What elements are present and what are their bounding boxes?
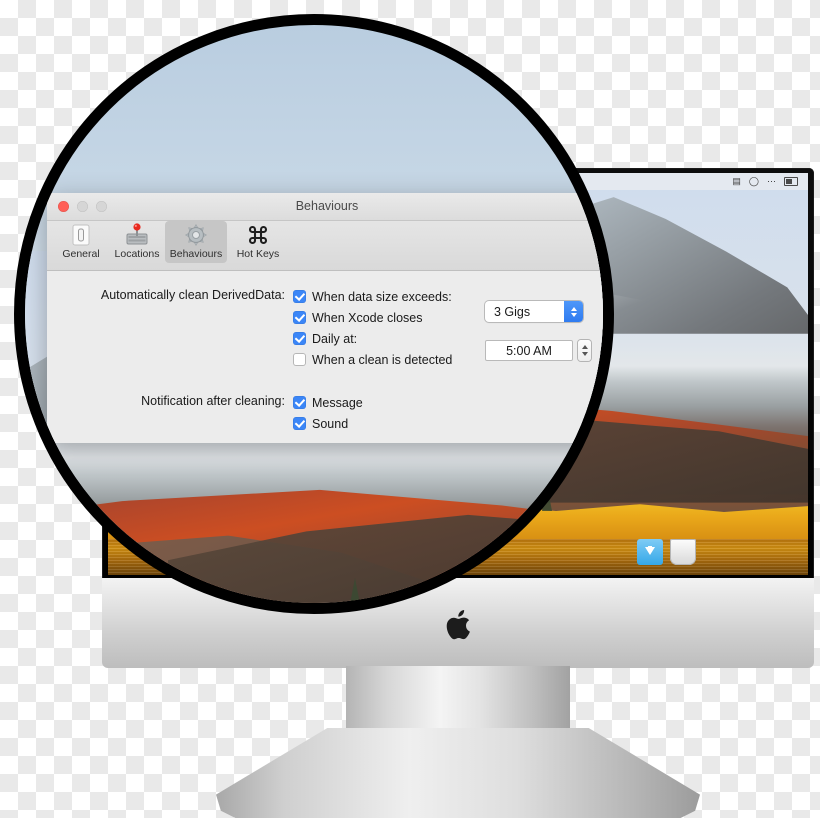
chevron-up-icon: [581, 345, 588, 349]
checkbox-label-clean-detected: When a clean is detected: [312, 352, 453, 367]
chevron-down-icon: [581, 352, 588, 356]
checkbox-label-sound: Sound: [312, 416, 349, 431]
toolbar-label-general: General: [62, 248, 100, 260]
clock-icon[interactable]: ◯: [749, 177, 759, 186]
gear-icon: [184, 223, 208, 247]
behaviours-preferences-window[interactable]: Behaviours General Locations Behaviours …: [47, 193, 603, 443]
downloads-folder-icon[interactable]: [637, 539, 663, 565]
toolbar-item-hot-keys[interactable]: Hot Keys: [227, 221, 289, 263]
daily-time-value: 5:00 AM: [506, 343, 552, 358]
checkbox-message[interactable]: [293, 396, 306, 409]
dock[interactable]: [637, 539, 696, 565]
checkbox-label-size-exceeds: When data size exceeds:: [312, 289, 452, 304]
ellipsis-icon[interactable]: ⋯: [767, 177, 776, 186]
data-size-value: 3 Gigs: [494, 304, 531, 319]
notification-options: Message Sound: [293, 393, 603, 435]
window-title-bar[interactable]: Behaviours: [47, 193, 603, 221]
auto-clean-label: Automatically clean DerivedData:: [100, 288, 285, 302]
daily-time-field[interactable]: 5:00 AM: [485, 340, 573, 361]
wallpaper-conifer: [350, 577, 361, 603]
trash-icon[interactable]: [670, 539, 696, 565]
data-size-popup-button[interactable]: 3 Gigs: [485, 301, 583, 322]
imac-stand-foot: [216, 728, 700, 818]
checkbox-label-xcode-closes: When Xcode closes: [312, 310, 423, 325]
window-title: Behaviours: [295, 199, 359, 213]
notification-label: Notification after cleaning:: [141, 394, 285, 408]
battery-icon[interactable]: [784, 177, 798, 186]
apple-logo: [446, 610, 470, 640]
data-size-stepper-icon[interactable]: [564, 301, 583, 322]
toolbar-label-locations: Locations: [114, 248, 160, 260]
command-key-icon: [246, 223, 270, 247]
checkbox-label-message: Message: [312, 395, 363, 410]
checkbox-label-daily-at: Daily at:: [312, 331, 358, 346]
preferences-toolbar[interactable]: General Locations Behaviours Hot Keys: [47, 221, 603, 271]
checkbox-size-exceeds[interactable]: [293, 290, 306, 303]
finder-status-icon[interactable]: ▤: [732, 177, 741, 186]
notification-section: Notification after cleaning: Message Sou…: [47, 393, 603, 435]
toolbar-item-general[interactable]: General: [53, 221, 109, 263]
hard-drive-pin-icon: [125, 223, 149, 247]
toggle-switch-icon: [71, 223, 91, 247]
toolbar-item-behaviours[interactable]: Behaviours: [165, 221, 227, 263]
checkbox-row-sound[interactable]: Sound: [293, 414, 603, 433]
checkbox-row-message[interactable]: Message: [293, 393, 603, 412]
chevron-up-icon: [570, 306, 577, 311]
chevron-down-icon: [570, 312, 577, 317]
preferences-content: Automatically clean DerivedData: When da…: [47, 271, 603, 443]
checkbox-clean-detected[interactable]: [293, 353, 306, 366]
toolbar-label-behaviours: Behaviours: [169, 248, 223, 260]
toolbar-label-hot-keys: Hot Keys: [236, 248, 280, 260]
checkbox-xcode-closes[interactable]: [293, 311, 306, 324]
daily-time-stepper[interactable]: [578, 340, 591, 361]
checkbox-sound[interactable]: [293, 417, 306, 430]
toolbar-item-locations[interactable]: Locations: [109, 221, 165, 263]
checkbox-daily-at[interactable]: [293, 332, 306, 345]
magnifier-lens: Behaviours General Locations Behaviours …: [14, 14, 614, 614]
